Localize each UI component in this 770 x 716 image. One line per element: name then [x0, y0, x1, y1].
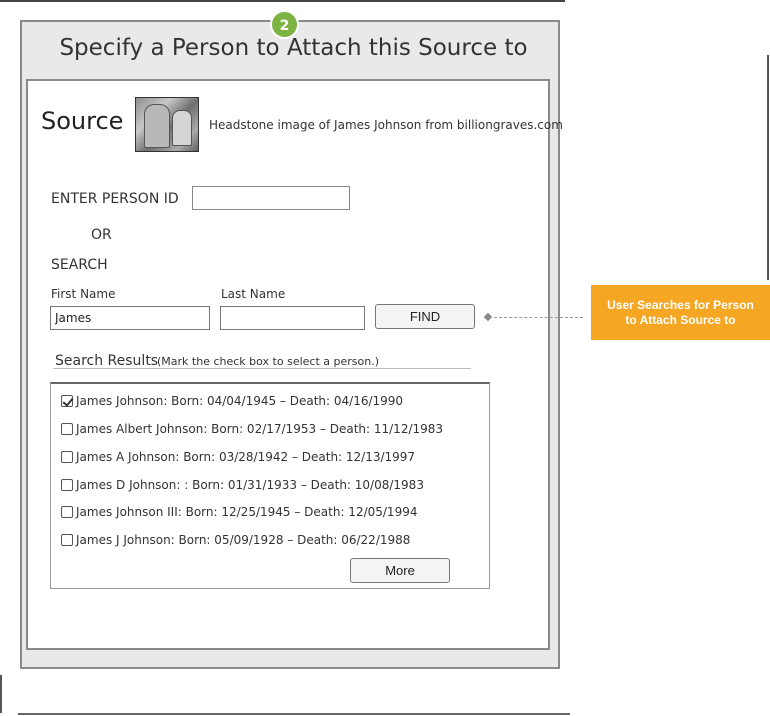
first-name-label: First Name: [51, 287, 116, 301]
find-button[interactable]: FIND: [375, 304, 475, 329]
person-id-input[interactable]: [192, 186, 350, 210]
result-text: James Johnson: Born: 04/04/1945 – Death:…: [76, 394, 404, 408]
result-text: James J Johnson: Born: 05/09/1928 – Deat…: [76, 533, 411, 547]
results-divider: [53, 368, 471, 369]
more-button[interactable]: More: [350, 558, 450, 583]
headstone-shape: [144, 104, 170, 148]
page-right-border: [767, 55, 769, 280]
result-checkbox[interactable]: [61, 506, 73, 518]
headstone-image: [135, 97, 199, 152]
result-text: James A Johnson: Born: 03/28/1942 – Deat…: [76, 450, 416, 464]
annotation-line-2: to Attach Source to: [625, 312, 736, 327]
person-id-label: ENTER PERSON ID: [51, 191, 179, 207]
dialog-title: Specify a Person to Attach this Source t…: [59, 35, 528, 61]
result-text: James Johnson III: Born: 12/25/1945 – De…: [76, 505, 418, 519]
result-checkbox[interactable]: [61, 479, 73, 491]
result-checkbox[interactable]: [61, 451, 73, 463]
headstone-shape: [172, 110, 192, 146]
page-left-border: [0, 675, 2, 713]
page-bottom-border: [18, 713, 570, 715]
result-checkbox[interactable]: [61, 423, 73, 435]
last-name-input[interactable]: [220, 306, 365, 330]
search-results-heading: Search Results: [55, 353, 159, 369]
search-results-hint: (Mark the check box to select a person.): [157, 355, 379, 368]
search-label: SEARCH: [51, 257, 108, 273]
wireframe-canvas: 2 Specify a Person to Attach this Source…: [0, 0, 770, 716]
result-row[interactable]: James Johnson: Born: 04/04/1945 – Death:…: [61, 392, 403, 410]
result-text: James Albert Johnson: Born: 02/17/1953 –…: [76, 422, 444, 436]
first-name-input[interactable]: [50, 306, 210, 330]
page-top-border: [0, 0, 565, 2]
source-description: Headstone image of James Johnson from bi…: [209, 118, 563, 132]
annotation-connector: [489, 317, 583, 318]
result-row[interactable]: James D Johnson: : Born: 01/31/1933 – De…: [61, 476, 424, 494]
result-checkbox[interactable]: [61, 395, 73, 407]
annotation-line-1: User Searches for Person: [607, 297, 754, 312]
result-checkbox[interactable]: [61, 534, 73, 546]
result-row[interactable]: James A Johnson: Born: 03/28/1942 – Deat…: [61, 448, 415, 466]
last-name-label: Last Name: [221, 287, 286, 301]
result-row[interactable]: James J Johnson: Born: 05/09/1928 – Deat…: [61, 531, 410, 549]
result-text: James D Johnson: : Born: 01/31/1933 – De…: [76, 478, 424, 492]
annotation-callout: User Searches for Person to Attach Sourc…: [591, 285, 770, 340]
result-row[interactable]: James Albert Johnson: Born: 02/17/1953 –…: [61, 420, 443, 438]
source-heading: Source: [41, 107, 124, 135]
result-row[interactable]: James Johnson III: Born: 12/25/1945 – De…: [61, 503, 417, 521]
or-label: OR: [91, 227, 112, 243]
